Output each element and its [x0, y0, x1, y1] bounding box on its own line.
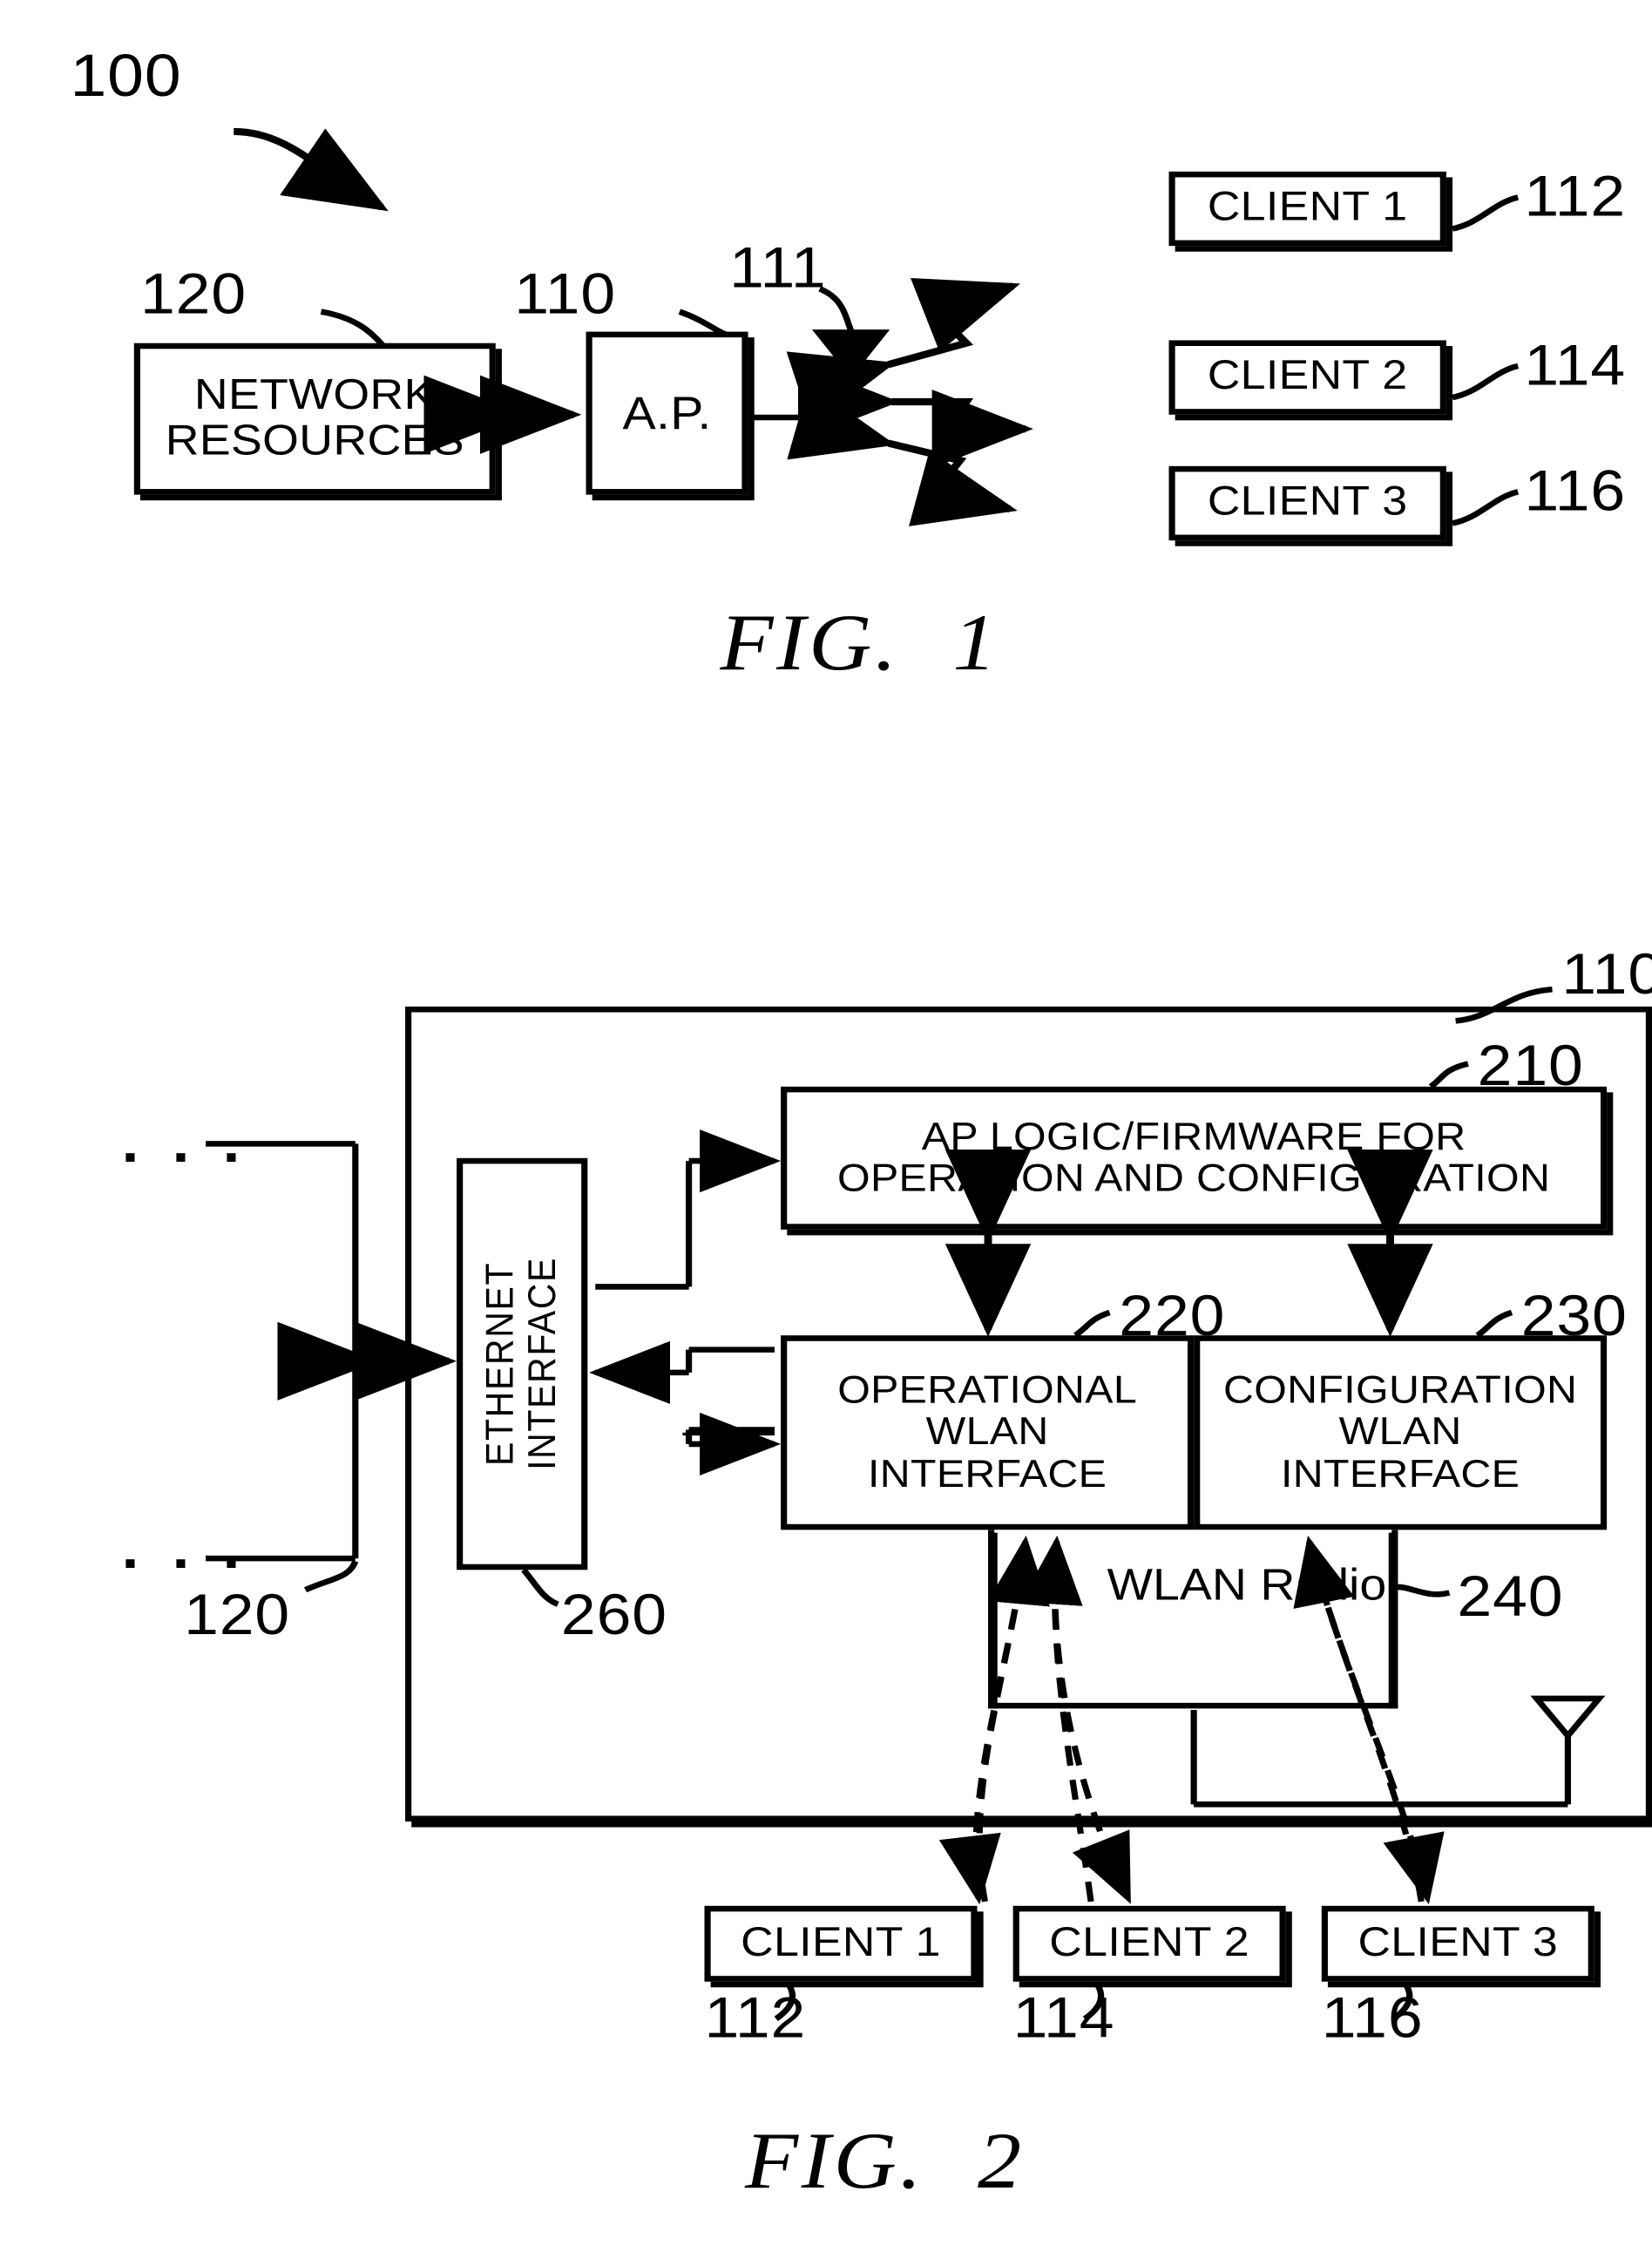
ref-100-system: 100	[70, 41, 182, 109]
fig2-ref-240: 240	[1457, 1565, 1564, 1629]
ethernet-interface-box: ETHERNET INTERFACE	[457, 1157, 588, 1570]
figure-2-number: 2	[978, 2117, 1025, 2207]
figure-2-caption: FIG. 2	[745, 2116, 1025, 2208]
fig2-client-3-box: CLIENT 3	[1321, 1905, 1594, 1982]
ethernet-interface-line2: INTERFACE	[520, 1257, 565, 1471]
figure-2-caption-text: FIG.	[744, 2117, 925, 2207]
configuration-wlan-line3: INTERFACE	[1280, 1452, 1520, 1496]
patent-figure-sheet: 100 120 110 111 NETWORK RESOURCES A.P. C…	[0, 0, 1652, 2259]
ap-logic-line2: OPERATION AND CONFIGURATION	[837, 1157, 1551, 1200]
ref-110-access-point: 110	[514, 262, 617, 327]
figure-1-caption: FIG. 1	[720, 598, 999, 689]
wlan-radio-line2: Radio	[1260, 1559, 1387, 1611]
fig1-client-3-box: CLIENT 3	[1168, 465, 1446, 541]
fig2-ref-112: 112	[704, 1987, 807, 2051]
ap-logic-line1: AP LOGIC/FIRMWARE FOR	[921, 1115, 1466, 1158]
operational-wlan-line3: INTERFACE	[867, 1452, 1107, 1496]
operational-wlan-line1: OPERATIONAL	[837, 1368, 1138, 1412]
figure-1-caption-text: FIG.	[720, 599, 900, 689]
fig1-client-2-box: CLIENT 2	[1168, 340, 1446, 415]
fig1-client-2-label: CLIENT 2	[1207, 353, 1408, 400]
fig1-ref-116: 116	[1524, 460, 1627, 524]
operational-wlan-interface-box: OPERATIONAL WLAN INTERFACE	[781, 1335, 1195, 1530]
fig2-client-3-label: CLIENT 3	[1357, 1919, 1559, 1966]
configuration-wlan-line1: CONFIGURATION	[1223, 1368, 1578, 1412]
ethernet-interface-line1: ETHERNET	[478, 1261, 523, 1467]
ref-120-network-resources: 120	[139, 262, 247, 327]
configuration-wlan-interface-box: CONFIGURATION WLAN INTERFACE	[1194, 1335, 1608, 1530]
fig2-ref-116: 116	[1321, 1987, 1424, 2051]
network-resources-line2: RESOURCES	[165, 417, 464, 465]
fig2-client-2-box: CLIENT 2	[1012, 1905, 1286, 1982]
wlan-radio-line1: WLAN	[1107, 1559, 1247, 1611]
configuration-wlan-line2: WLAN	[1338, 1410, 1462, 1454]
fig1-client-1-box: CLIENT 1	[1168, 171, 1446, 247]
fig2-ellipsis-top: · · ·	[121, 1126, 250, 1190]
fig2-client-2-label: CLIENT 2	[1049, 1919, 1249, 1966]
fig1-client-1-label: CLIENT 1	[1207, 185, 1408, 231]
fig2-ref-260: 260	[560, 1584, 668, 1647]
wlan-radio-box	[988, 1530, 1398, 1709]
fig2-ellipsis-bottom: · · ·	[121, 1532, 250, 1596]
fig2-client-1-box: CLIENT 1	[704, 1905, 978, 1982]
fig1-ref-114: 114	[1524, 334, 1627, 398]
access-point-label: A.P.	[622, 387, 712, 439]
network-resources-line1: NETWORK	[193, 370, 436, 419]
fig2-ref-110-enclosure: 110	[1561, 943, 1652, 1007]
figure-1-number: 1	[952, 599, 1000, 689]
ref-111-antenna: 111	[729, 237, 827, 301]
wlan-radio-label: WLAN Radio	[1091, 1559, 1403, 1611]
fig2-ref-114: 114	[1012, 1987, 1115, 2051]
network-resources-box: NETWORK RESOURCES	[133, 343, 496, 495]
fig1-ref-112: 112	[1524, 166, 1627, 229]
operational-wlan-line2: WLAN	[925, 1410, 1049, 1454]
ap-logic-firmware-box: AP LOGIC/FIRMWARE FOR OPERATION AND CONF…	[781, 1086, 1608, 1230]
fig2-client-1-label: CLIENT 1	[741, 1919, 941, 1966]
access-point-box: A.P.	[586, 331, 748, 495]
fig1-client-3-label: CLIENT 3	[1207, 479, 1408, 526]
